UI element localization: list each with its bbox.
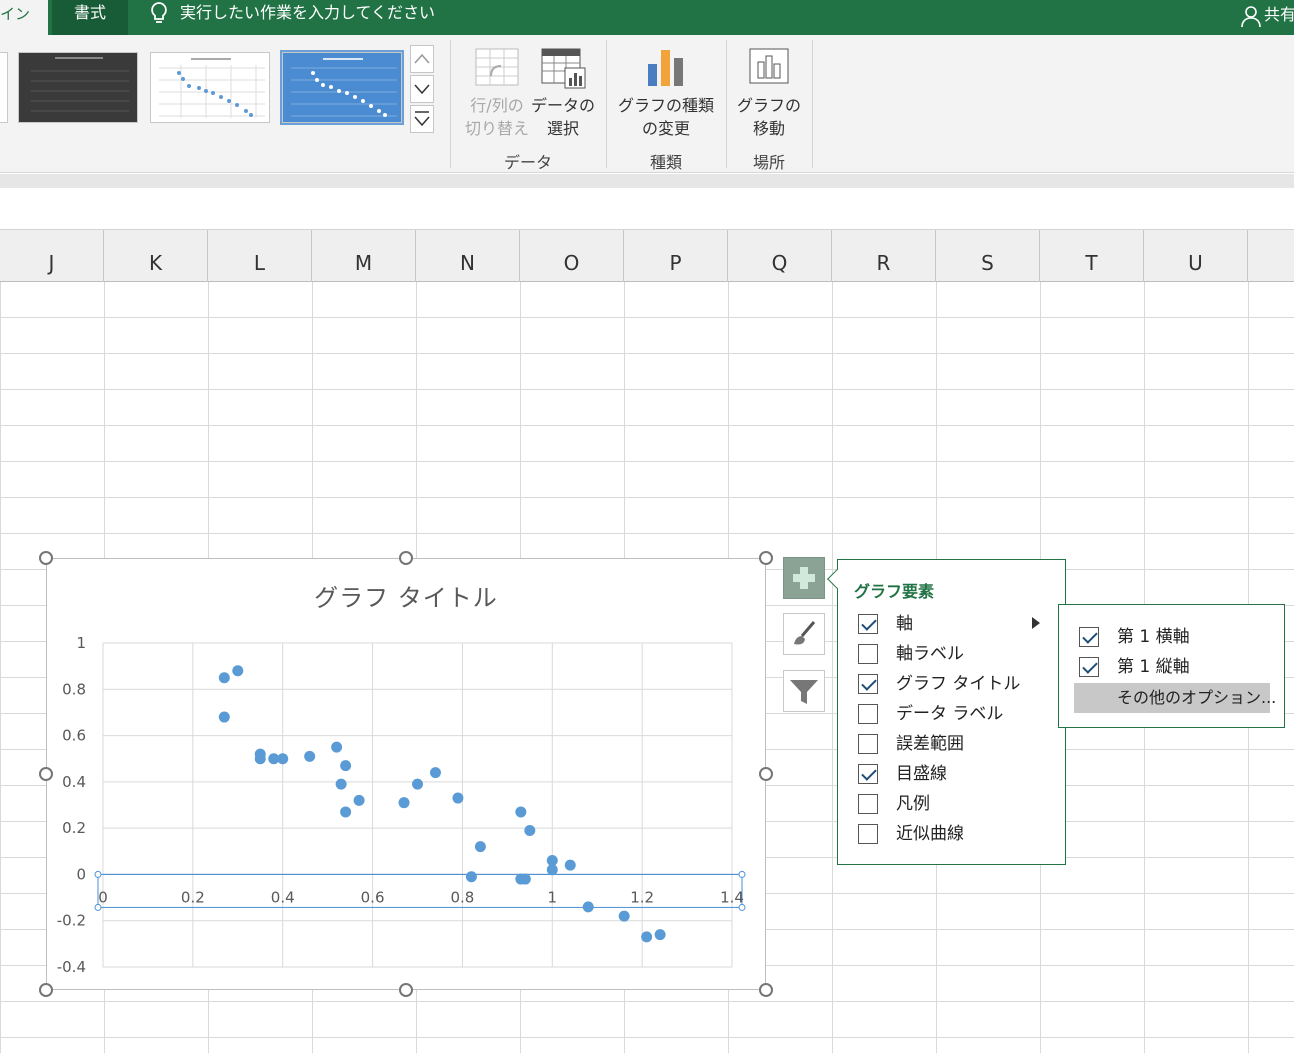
chart-element-label: グラフ タイトル <box>896 674 1021 694</box>
expand-gallery-icon <box>414 111 430 127</box>
chart-element-label: 目盛線 <box>896 764 947 784</box>
ribbon-collapse-strip <box>0 174 1294 188</box>
chart-elements-button[interactable] <box>783 557 825 599</box>
gallery-more-button[interactable] <box>410 105 434 133</box>
lightbulb-icon <box>151 1 167 23</box>
move-chart-icon <box>749 48 789 84</box>
move-chart-label: グラフの 移動 <box>736 96 801 138</box>
column-header-t[interactable]: T <box>1040 230 1144 282</box>
chart-style-thumb-blue[interactable] <box>280 50 404 125</box>
resize-handle[interactable] <box>39 767 53 781</box>
axis-primary-horizontal-checkbox[interactable] <box>1079 627 1099 647</box>
axis-submenu: 第 1 横軸 第 1 縦軸 その他のオプション... <box>1058 604 1285 728</box>
chart-title[interactable]: グラフ タイトル <box>46 578 766 613</box>
chevron-up-icon <box>414 53 430 64</box>
ribbon-separator <box>726 40 727 168</box>
change-chart-type-button[interactable]: グラフの種類 の変更 <box>616 41 716 140</box>
column-header-r[interactable]: R <box>832 230 936 282</box>
chart-element-label: 近似曲線 <box>896 824 964 844</box>
chart-element-label: 軸 <box>896 614 913 634</box>
chart-element-checkbox[interactable] <box>858 824 878 844</box>
chart-element-label: 誤差範囲 <box>896 734 964 754</box>
resize-handle[interactable] <box>39 983 53 997</box>
resize-handle[interactable] <box>399 551 413 565</box>
ribbon: 行/列の 切り替え データの 選択 データ グラフの種類 の変更 種類 グラフの… <box>0 35 1294 173</box>
chart-style-thumb-partial[interactable] <box>0 52 8 123</box>
column-header-j[interactable]: J <box>0 230 104 282</box>
paintbrush-icon <box>794 621 816 645</box>
column-header-o[interactable]: O <box>520 230 624 282</box>
column-header-q[interactable]: Q <box>728 230 832 282</box>
chart-area[interactable] <box>46 558 766 990</box>
ribbon-separator <box>812 40 813 168</box>
tab-format[interactable]: 書式 <box>52 0 128 35</box>
switch-row-column-button[interactable]: 行/列の 切り替え <box>462 41 532 140</box>
chart-element-checkbox[interactable] <box>858 614 878 634</box>
plus-icon <box>793 567 815 589</box>
ribbon-separator <box>450 40 451 168</box>
filter-icon <box>790 680 818 704</box>
group-type-label: 種類 <box>649 153 682 172</box>
resize-handle[interactable] <box>759 551 773 565</box>
group-data-label: データ <box>503 153 552 172</box>
tab-design[interactable]: デザイン <box>0 0 48 35</box>
chart-element-checkbox[interactable] <box>858 674 878 694</box>
chart-styles-button[interactable] <box>783 613 825 655</box>
column-header-m[interactable]: M <box>312 230 416 282</box>
chart-elements-popup: グラフ要素 軸軸ラベルグラフ タイトル データ ラベル 誤差範囲目盛線凡例近似曲線 <box>827 559 1066 865</box>
chart-style-thumb-dark[interactable] <box>18 52 138 123</box>
column-header-k[interactable]: K <box>104 230 208 282</box>
tell-me-box[interactable]: 実行したい作業を入力してください <box>148 0 435 30</box>
caret-right-icon[interactable] <box>1031 616 1041 630</box>
resize-handle[interactable] <box>759 767 773 781</box>
select-data-button[interactable]: データの 選択 <box>530 41 596 140</box>
chart-style-preview <box>31 57 129 112</box>
move-chart-button[interactable]: グラフの 移動 <box>732 41 806 140</box>
group-location-label: 場所 <box>752 153 785 172</box>
tell-me-text: 実行したい作業を入力してください <box>180 3 436 22</box>
switch-row-column-icon <box>475 48 519 86</box>
chart-style-preview <box>291 58 397 117</box>
chart-element-checkbox[interactable] <box>858 644 878 664</box>
ribbon-separator <box>606 40 607 168</box>
column-header-p[interactable]: P <box>624 230 728 282</box>
title-tab-bar: デザイン 書式 実行したい作業を入力してください 共有 <box>0 0 1294 35</box>
column-header-s[interactable]: S <box>936 230 1040 282</box>
column-header-n[interactable]: N <box>416 230 520 282</box>
tab-design-label: デザイン <box>0 5 31 23</box>
change-chart-type-icon <box>648 50 683 86</box>
chart-element-label: 凡例 <box>896 794 930 814</box>
axis-primary-vertical-checkbox[interactable] <box>1079 657 1099 677</box>
chart-filters-button[interactable] <box>783 670 825 712</box>
axis-primary-horizontal-label: 第 1 横軸 <box>1117 627 1190 647</box>
column-header-u[interactable]: U <box>1144 230 1248 282</box>
select-data-label: データの 選択 <box>530 96 595 138</box>
chart-style-thumb-white[interactable] <box>150 52 270 123</box>
axis-primary-vertical-label: 第 1 縦軸 <box>1117 657 1190 677</box>
select-data-icon <box>541 48 586 89</box>
share-label: 共有 <box>1264 5 1294 24</box>
column-header-row: JKLMNOPQRSTU <box>0 230 1294 282</box>
chevron-down-icon <box>414 84 430 95</box>
resize-handle[interactable] <box>759 983 773 997</box>
chart-element-label: データ ラベル <box>896 704 1004 724</box>
switch-row-column-label: 行/列の 切り替え <box>464 96 529 138</box>
chart-style-preview <box>159 58 265 118</box>
chart-element-checkbox[interactable] <box>858 764 878 784</box>
resize-handle[interactable] <box>39 551 53 565</box>
change-chart-type-label: グラフの種類 の変更 <box>617 96 714 138</box>
chart-element-checkbox[interactable] <box>858 794 878 814</box>
chart-element-checkbox[interactable] <box>858 734 878 754</box>
person-icon <box>1241 5 1261 27</box>
formula-bar[interactable] <box>0 188 1294 230</box>
chart-elements-title: グラフ要素 <box>854 582 935 601</box>
chart-element-checkbox[interactable] <box>858 704 878 724</box>
gallery-scroll-down[interactable] <box>410 75 434 103</box>
gallery-scroll-up[interactable] <box>410 45 434 73</box>
chart-element-label: 軸ラベル <box>896 644 964 664</box>
share-button[interactable]: 共有 <box>1240 0 1294 30</box>
more-axis-options[interactable]: その他のオプション... <box>1074 683 1276 713</box>
column-header-l[interactable]: L <box>208 230 312 282</box>
resize-handle[interactable] <box>399 983 413 997</box>
